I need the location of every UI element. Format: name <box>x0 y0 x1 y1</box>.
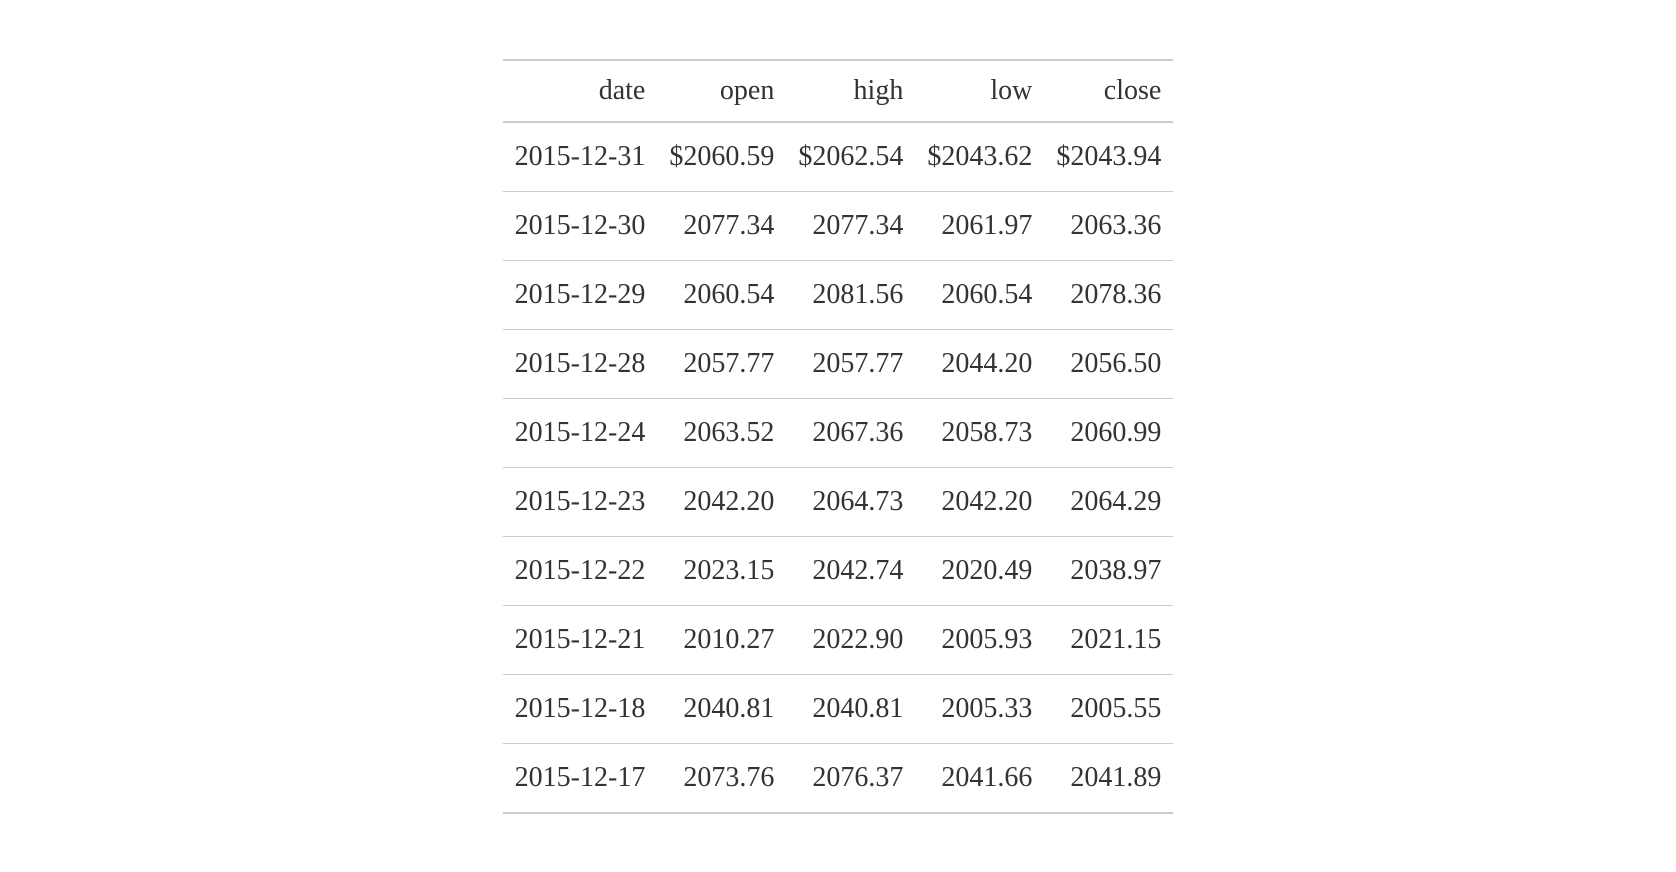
cell-date: 2015-12-23 <box>503 467 658 536</box>
cell-close: 2060.99 <box>1044 398 1173 467</box>
table-header-row: date open high low close <box>503 60 1174 122</box>
cell-date: 2015-12-31 <box>503 122 658 192</box>
col-header-low: low <box>915 60 1044 122</box>
cell-open: 2077.34 <box>657 191 786 260</box>
cell-date: 2015-12-28 <box>503 329 658 398</box>
cell-low: 2060.54 <box>915 260 1044 329</box>
cell-close: 2038.97 <box>1044 536 1173 605</box>
cell-high: $2062.54 <box>786 122 915 192</box>
table-row: 2015-12-22 2023.15 2042.74 2020.49 2038.… <box>503 536 1174 605</box>
cell-close: 2005.55 <box>1044 674 1173 743</box>
col-header-open: open <box>657 60 786 122</box>
cell-low: $2043.62 <box>915 122 1044 192</box>
col-header-high: high <box>786 60 915 122</box>
cell-low: 2005.33 <box>915 674 1044 743</box>
cell-date: 2015-12-30 <box>503 191 658 260</box>
table-row: 2015-12-24 2063.52 2067.36 2058.73 2060.… <box>503 398 1174 467</box>
cell-open: 2040.81 <box>657 674 786 743</box>
data-table-wrapper: date open high low close 2015-12-31 $206… <box>503 59 1174 814</box>
cell-high: 2057.77 <box>786 329 915 398</box>
cell-low: 2058.73 <box>915 398 1044 467</box>
cell-high: 2076.37 <box>786 743 915 813</box>
cell-close: 2064.29 <box>1044 467 1173 536</box>
table-row: 2015-12-30 2077.34 2077.34 2061.97 2063.… <box>503 191 1174 260</box>
cell-high: 2042.74 <box>786 536 915 605</box>
cell-close: 2063.36 <box>1044 191 1173 260</box>
table-row: 2015-12-28 2057.77 2057.77 2044.20 2056.… <box>503 329 1174 398</box>
table-row: 2015-12-23 2042.20 2064.73 2042.20 2064.… <box>503 467 1174 536</box>
cell-close: 2041.89 <box>1044 743 1173 813</box>
cell-open: 2073.76 <box>657 743 786 813</box>
cell-close: $2043.94 <box>1044 122 1173 192</box>
col-header-close: close <box>1044 60 1173 122</box>
cell-date: 2015-12-21 <box>503 605 658 674</box>
cell-open: 2057.77 <box>657 329 786 398</box>
cell-high: 2040.81 <box>786 674 915 743</box>
cell-open: $2060.59 <box>657 122 786 192</box>
cell-high: 2064.73 <box>786 467 915 536</box>
cell-low: 2061.97 <box>915 191 1044 260</box>
cell-date: 2015-12-24 <box>503 398 658 467</box>
cell-close: 2078.36 <box>1044 260 1173 329</box>
cell-date: 2015-12-18 <box>503 674 658 743</box>
cell-date: 2015-12-29 <box>503 260 658 329</box>
cell-low: 2042.20 <box>915 467 1044 536</box>
table-row: 2015-12-17 2073.76 2076.37 2041.66 2041.… <box>503 743 1174 813</box>
cell-open: 2010.27 <box>657 605 786 674</box>
table-row: 2015-12-21 2010.27 2022.90 2005.93 2021.… <box>503 605 1174 674</box>
cell-close: 2021.15 <box>1044 605 1173 674</box>
cell-close: 2056.50 <box>1044 329 1173 398</box>
cell-low: 2005.93 <box>915 605 1044 674</box>
table-row: 2015-12-31 $2060.59 $2062.54 $2043.62 $2… <box>503 122 1174 192</box>
cell-open: 2023.15 <box>657 536 786 605</box>
cell-date: 2015-12-17 <box>503 743 658 813</box>
cell-high: 2022.90 <box>786 605 915 674</box>
cell-high: 2077.34 <box>786 191 915 260</box>
cell-high: 2067.36 <box>786 398 915 467</box>
col-header-date: date <box>503 60 658 122</box>
table-row: 2015-12-29 2060.54 2081.56 2060.54 2078.… <box>503 260 1174 329</box>
cell-open: 2063.52 <box>657 398 786 467</box>
cell-low: 2041.66 <box>915 743 1044 813</box>
table-row: 2015-12-18 2040.81 2040.81 2005.33 2005.… <box>503 674 1174 743</box>
cell-low: 2020.49 <box>915 536 1044 605</box>
price-table: date open high low close 2015-12-31 $206… <box>503 59 1174 814</box>
cell-open: 2042.20 <box>657 467 786 536</box>
cell-open: 2060.54 <box>657 260 786 329</box>
cell-high: 2081.56 <box>786 260 915 329</box>
cell-low: 2044.20 <box>915 329 1044 398</box>
cell-date: 2015-12-22 <box>503 536 658 605</box>
